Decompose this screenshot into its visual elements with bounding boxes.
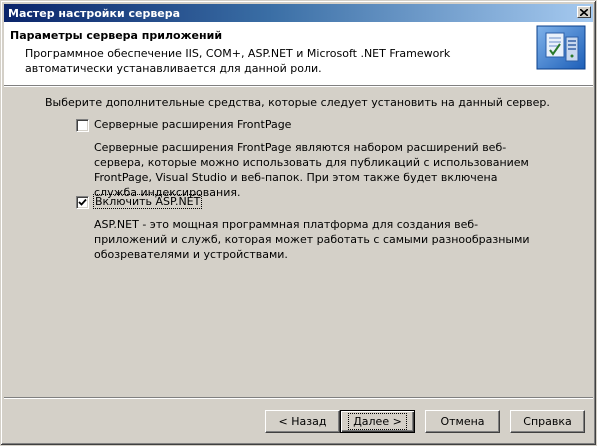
cancel-button[interactable]: Отмена (425, 410, 500, 433)
help-button[interactable]: Справка (510, 410, 585, 433)
wizard-window: Мастер настройки сервера Параметры серве… (0, 0, 597, 446)
wizard-header: Параметры сервера приложений Программное… (4, 22, 593, 85)
frontpage-description: Серверные расширения FrontPage являются … (94, 141, 529, 199)
window-title: Мастер настройки сервера (8, 7, 181, 20)
cancel-button-label: Отмена (440, 415, 485, 428)
back-button[interactable]: < Назад (265, 410, 340, 433)
next-button-label: Далее > (348, 413, 407, 430)
aspnet-description: ASP.NET - это мощная программная платфор… (94, 218, 530, 261)
frontpage-checkbox[interactable] (76, 119, 89, 132)
aspnet-checkbox-label-text: Включить ASP.NET (92, 194, 203, 209)
checkmark-icon (78, 198, 87, 206)
page-heading: Параметры сервера приложений (10, 29, 223, 42)
next-button[interactable]: Далее > (340, 410, 415, 433)
title-bar[interactable]: Мастер настройки сервера (4, 4, 593, 22)
aspnet-checkbox[interactable] (76, 196, 89, 209)
footer-divider (4, 397, 593, 399)
page-description: Программное обеспечение IIS, COM+, ASP.N… (25, 47, 451, 75)
close-button[interactable] (577, 6, 591, 18)
close-icon (580, 8, 588, 16)
frontpage-checkbox-label[interactable]: Серверные расширения FrontPage (94, 118, 291, 131)
instruction-text: Выберите дополнительные средства, которы… (45, 96, 550, 109)
back-button-label: < Назад (278, 415, 327, 428)
aspnet-checkbox-label[interactable]: Включить ASP.NET (92, 194, 203, 209)
help-button-label: Справка (523, 415, 572, 428)
server-wizard-icon (536, 25, 586, 70)
header-divider (4, 85, 593, 87)
